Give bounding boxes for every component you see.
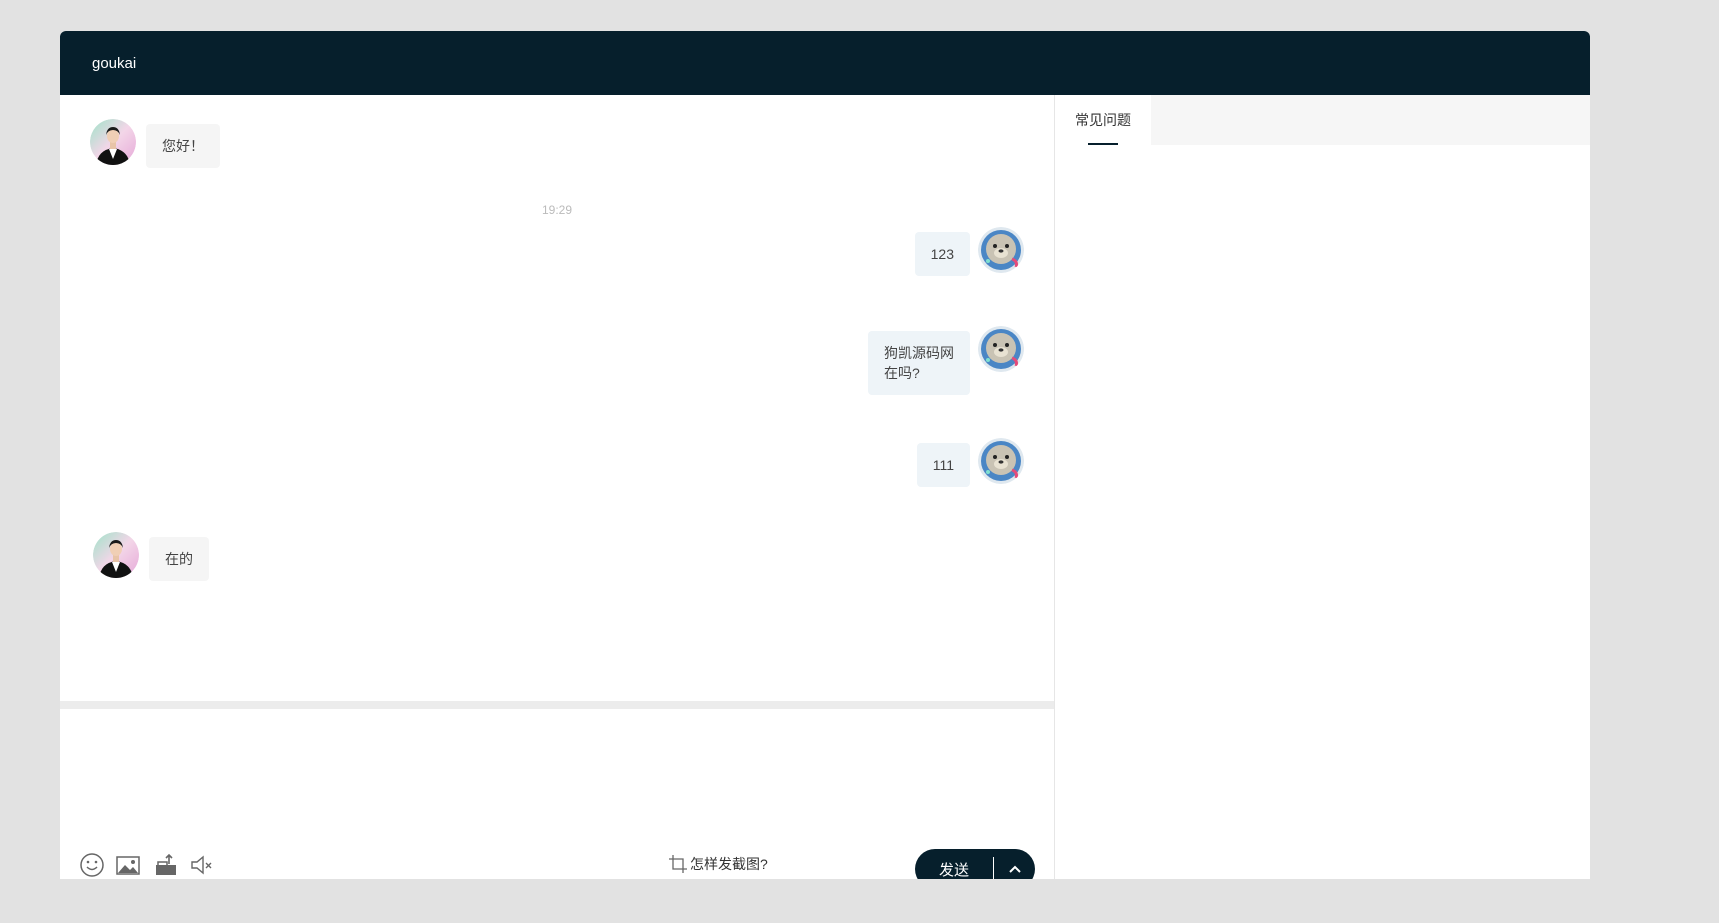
message-bubble: 您好！ (146, 124, 220, 168)
message-bubble: 狗凯源码网 在吗? (868, 331, 970, 395)
tab-faq[interactable]: 常见问题 (1055, 95, 1151, 145)
composer-divider[interactable] (60, 701, 1054, 709)
chat-window: goukai 您好！ 19:29 123 狗凯源码网 在吗? 111 在的 怎样… (60, 31, 1590, 879)
chevron-up-icon (1008, 865, 1021, 873)
crop-icon (669, 855, 687, 873)
emoji-icon[interactable] (78, 851, 106, 879)
side-panel: 常见问题 (1055, 95, 1590, 879)
message-line: 在吗? (884, 365, 920, 381)
chat-body: 您好！ 19:29 123 狗凯源码网 在吗? 111 在的 怎样发截图? 发送… (60, 95, 1590, 879)
file-upload-icon[interactable] (152, 851, 180, 879)
chat-panel: 您好！ 19:29 123 狗凯源码网 在吗? 111 在的 怎样发截图? 发送 (60, 95, 1055, 879)
tab-active-indicator (1088, 143, 1118, 145)
sound-off-icon[interactable] (188, 851, 216, 879)
message-list[interactable]: 您好！ 19:29 123 狗凯源码网 在吗? 111 在的 (60, 95, 1054, 701)
side-tabs: 常见问题 (1055, 95, 1590, 145)
send-options-button[interactable] (994, 849, 1035, 879)
user-seal-avatar-icon (978, 227, 1024, 273)
screenshot-help-label: 怎样发截图? (690, 856, 768, 872)
message-bubble: 111 (916, 443, 970, 487)
message-timestamp: 19:29 (541, 203, 573, 217)
message-user: 狗凯源码网 在吗? (868, 326, 1024, 395)
agent-avatar-icon (90, 119, 136, 165)
screenshot-help-link[interactable]: 怎样发截图? (668, 854, 768, 874)
tab-faq-label: 常见问题 (1075, 112, 1131, 128)
image-icon[interactable] (114, 851, 142, 879)
message-user: 111 (916, 438, 1024, 487)
composer: 怎样发截图? 发送 (60, 709, 1054, 879)
send-button[interactable]: 发送 (915, 849, 993, 879)
message-agent: 在的 (93, 532, 209, 581)
message-input[interactable] (76, 719, 1040, 833)
chat-header: goukai (60, 31, 1590, 95)
user-seal-avatar-icon (978, 438, 1024, 484)
message-user: 123 (914, 227, 1024, 276)
message-agent: 您好！ (90, 119, 220, 168)
message-bubble: 123 (914, 232, 970, 276)
header-title: goukai (92, 54, 137, 72)
agent-avatar-icon (93, 532, 139, 578)
user-seal-avatar-icon (978, 326, 1024, 372)
send-button-group: 发送 (915, 849, 1035, 879)
message-bubble: 在的 (149, 537, 209, 581)
message-line: 狗凯源码网 (884, 345, 954, 361)
